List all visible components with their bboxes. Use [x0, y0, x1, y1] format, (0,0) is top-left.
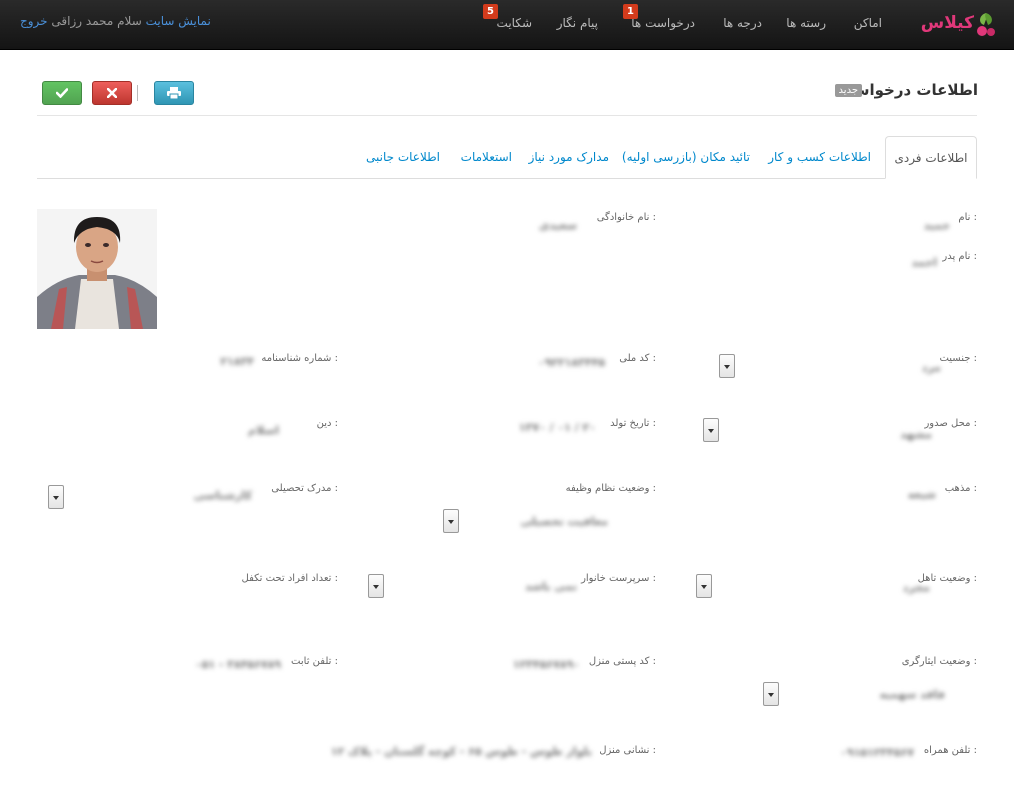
father-name-value: احمد	[911, 256, 937, 269]
residency-status-select[interactable]	[763, 682, 779, 706]
birth-date-value: ۱۳۷۰ / ۰۱ / ۲۰	[518, 421, 596, 434]
brand-name: کیلاس	[920, 13, 974, 33]
last-name-value: سعیدی	[539, 219, 577, 232]
gender-label: جنسیت :	[939, 353, 977, 364]
first-name-value: حمید	[923, 219, 950, 232]
religion-label: دین :	[316, 418, 338, 429]
check-icon	[56, 88, 68, 98]
phone-value: ۰۵۱ - ۳۸۴۵۶۷۸۹	[194, 658, 281, 671]
household-head-select[interactable]	[368, 574, 384, 598]
nav-item-places[interactable]: اماکن	[854, 16, 882, 30]
education-select[interactable]	[48, 485, 64, 509]
residency-status-label: وضعیت ایثارگری :	[901, 656, 977, 667]
military-status-select[interactable]	[443, 509, 459, 533]
tab-required-documents[interactable]: مدارک مورد نیاز	[529, 150, 609, 164]
phone-label: تلفن ثابت :	[291, 656, 338, 667]
mobile-value: ۰۹۱۵۱۲۳۴۵۶۷	[840, 746, 914, 759]
national-code-value: ۰۹۲۲۱۸۳۴۴۵	[537, 356, 605, 369]
close-icon	[107, 88, 117, 98]
national-code-label: کد ملی :	[619, 353, 656, 364]
tabs-baseline	[37, 178, 977, 179]
tab-business-info[interactable]: اطلاعات کسب و کار	[768, 150, 871, 164]
education-label: مدرک تحصیلی :	[271, 483, 338, 494]
issue-place-value: مشهد	[900, 428, 932, 441]
mobile-label: تلفن همراه :	[923, 745, 977, 756]
sect-value: شیعه	[907, 488, 936, 501]
print-button[interactable]	[154, 81, 194, 105]
user-menu: نمایش سایت سلام محمد رزاقی خروج	[20, 14, 211, 28]
father-name-label: نام پدر :	[942, 251, 977, 262]
marital-status-value: مجرد	[902, 581, 930, 594]
reject-button[interactable]	[92, 81, 132, 105]
religion-value: اسلام	[247, 424, 279, 437]
id-number-label: شماره شناسنامه :	[261, 353, 338, 364]
complaints-count-badge: 5	[483, 4, 498, 19]
top-navbar: کیلاس اماکن رسته ها درجه ها درخواست ها 1…	[0, 0, 1014, 50]
first-name-label: نام :	[958, 212, 977, 223]
nav-item-complaints[interactable]: شکایت	[497, 16, 532, 30]
tab-additional-info[interactable]: اطلاعات جانبی	[366, 150, 440, 164]
marital-status-select[interactable]	[696, 574, 712, 598]
address-value: بلوار طوس - طوس ۶۵ - کوچه گلستان - پلاک …	[330, 745, 592, 758]
brand-logo[interactable]: کیلاس	[916, 11, 998, 41]
nav-item-requests[interactable]: درخواست ها	[631, 16, 695, 30]
approve-button[interactable]	[42, 81, 82, 105]
nav-item-grades[interactable]: درجه ها	[723, 16, 762, 30]
dependents-label: تعداد افراد تحت تکفل :	[241, 573, 339, 584]
sect-label: مذهب :	[944, 483, 977, 494]
residency-status-value: فاقد سهمیه	[879, 688, 945, 701]
household-head-value: نمی باشد	[525, 580, 577, 593]
brand-leaf-icon	[977, 13, 995, 36]
postal-code-label: کد پستی منزل :	[588, 656, 656, 667]
gender-value: مرد	[921, 361, 941, 374]
tab-location-approval[interactable]: تائید مکان (بازرسی اولیه)	[622, 150, 750, 164]
education-value: کارشناسی	[193, 489, 252, 502]
portrait-image	[37, 209, 157, 329]
issue-place-label: محل صدور :	[924, 418, 977, 429]
military-status-label: وضعیت نظام وظیفه :	[565, 483, 656, 494]
birth-date-label: تاریخ تولد :	[610, 418, 656, 429]
gender-select[interactable]	[719, 354, 735, 378]
user-greeting: سلام محمد رزاقی	[51, 14, 142, 28]
issue-place-select[interactable]	[703, 418, 719, 442]
military-status-value: معافیت تحصیلی	[520, 515, 608, 528]
last-name-label: نام خانوادگی :	[596, 212, 656, 223]
logout-link[interactable]: خروج	[20, 14, 48, 28]
view-site-link[interactable]: نمایش سایت	[146, 14, 211, 28]
requests-count-badge: 1	[623, 4, 638, 19]
address-label: نشانی منزل :	[599, 745, 656, 756]
applicant-photo	[37, 209, 157, 329]
household-head-label: سرپرست خانوار :	[581, 573, 656, 584]
title-divider	[37, 115, 977, 116]
nav-item-categories[interactable]: رسته ها	[786, 16, 826, 30]
printer-icon	[167, 87, 181, 99]
postal-code-value: ۱۲۳۴۵۶۷۸۹۰	[512, 658, 580, 671]
toolbar-divider	[137, 85, 138, 101]
id-number-value: ۲۱۸۳۴	[220, 355, 254, 368]
tab-personal-info[interactable]: اطلاعات فردی	[885, 136, 977, 179]
status-badge: جدید	[834, 84, 862, 97]
tab-inquiries[interactable]: استعلامات	[461, 150, 512, 164]
nav-item-messages[interactable]: پیام نگار	[557, 16, 598, 30]
